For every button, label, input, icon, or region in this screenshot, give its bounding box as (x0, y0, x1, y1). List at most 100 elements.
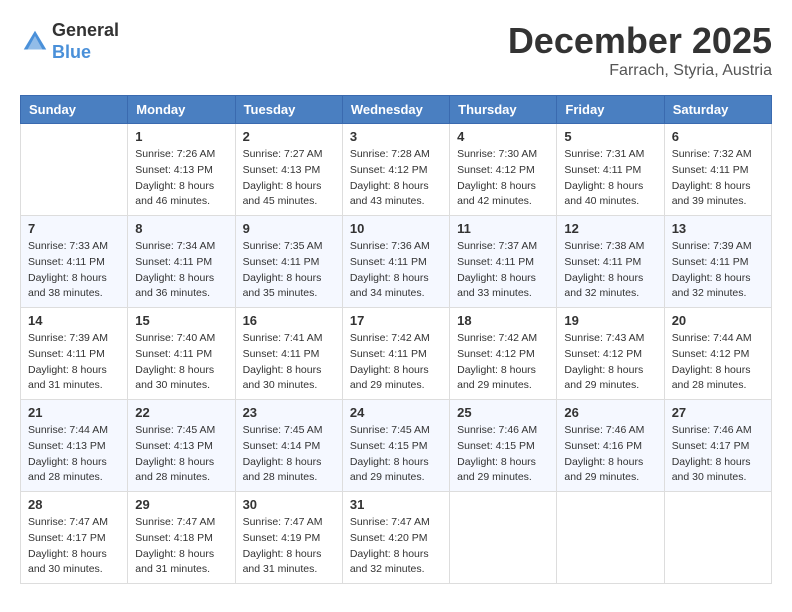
cell-content: Sunrise: 7:39 AM Sunset: 4:11 PM Dayligh… (672, 239, 764, 302)
day-number: 19 (564, 313, 656, 328)
cell-content: Sunrise: 7:32 AM Sunset: 4:11 PM Dayligh… (672, 147, 764, 210)
sunrise-text: Sunrise: 7:43 AM (564, 332, 644, 344)
sunset-text: Sunset: 4:11 PM (28, 256, 105, 268)
calendar-week-row: 21 Sunrise: 7:44 AM Sunset: 4:13 PM Dayl… (21, 400, 772, 492)
sunrise-text: Sunrise: 7:45 AM (243, 424, 323, 436)
logo-general: General (52, 20, 119, 42)
day-number: 2 (243, 129, 335, 144)
calendar-cell: 7 Sunrise: 7:33 AM Sunset: 4:11 PM Dayli… (21, 216, 128, 308)
calendar-cell: 12 Sunrise: 7:38 AM Sunset: 4:11 PM Dayl… (557, 216, 664, 308)
title-block: December 2025 Farrach, Styria, Austria (508, 20, 772, 80)
weekday-header: Tuesday (235, 96, 342, 124)
calendar-cell: 29 Sunrise: 7:47 AM Sunset: 4:18 PM Dayl… (128, 492, 235, 584)
daylight-text: Daylight: 8 hours and 28 minutes. (28, 456, 107, 484)
page-header: General Blue December 2025 Farrach, Styr… (20, 20, 772, 80)
sunset-text: Sunset: 4:11 PM (672, 256, 749, 268)
cell-content: Sunrise: 7:47 AM Sunset: 4:17 PM Dayligh… (28, 515, 120, 578)
sunset-text: Sunset: 4:12 PM (457, 164, 535, 176)
sunrise-text: Sunrise: 7:47 AM (135, 516, 215, 528)
sunrise-text: Sunrise: 7:44 AM (28, 424, 108, 436)
sunset-text: Sunset: 4:20 PM (350, 532, 428, 544)
cell-content: Sunrise: 7:44 AM Sunset: 4:13 PM Dayligh… (28, 423, 120, 486)
cell-content: Sunrise: 7:31 AM Sunset: 4:11 PM Dayligh… (564, 147, 656, 210)
sunrise-text: Sunrise: 7:42 AM (457, 332, 537, 344)
weekday-header: Wednesday (342, 96, 449, 124)
cell-content: Sunrise: 7:41 AM Sunset: 4:11 PM Dayligh… (243, 331, 335, 394)
weekday-header: Saturday (664, 96, 771, 124)
sunset-text: Sunset: 4:13 PM (135, 164, 213, 176)
sunset-text: Sunset: 4:13 PM (135, 440, 213, 452)
calendar-cell: 21 Sunrise: 7:44 AM Sunset: 4:13 PM Dayl… (21, 400, 128, 492)
sunrise-text: Sunrise: 7:46 AM (457, 424, 537, 436)
sunset-text: Sunset: 4:17 PM (672, 440, 750, 452)
sunset-text: Sunset: 4:11 PM (457, 256, 534, 268)
daylight-text: Daylight: 8 hours and 38 minutes. (28, 272, 107, 300)
sunrise-text: Sunrise: 7:47 AM (243, 516, 323, 528)
cell-content: Sunrise: 7:47 AM Sunset: 4:20 PM Dayligh… (350, 515, 442, 578)
daylight-text: Daylight: 8 hours and 29 minutes. (457, 456, 536, 484)
daylight-text: Daylight: 8 hours and 28 minutes. (672, 364, 751, 392)
cell-content: Sunrise: 7:38 AM Sunset: 4:11 PM Dayligh… (564, 239, 656, 302)
daylight-text: Daylight: 8 hours and 36 minutes. (135, 272, 214, 300)
day-number: 22 (135, 405, 227, 420)
calendar-cell: 2 Sunrise: 7:27 AM Sunset: 4:13 PM Dayli… (235, 124, 342, 216)
sunset-text: Sunset: 4:12 PM (350, 164, 428, 176)
sunset-text: Sunset: 4:11 PM (243, 256, 320, 268)
day-number: 18 (457, 313, 549, 328)
sunrise-text: Sunrise: 7:42 AM (350, 332, 430, 344)
logo: General Blue (20, 20, 119, 63)
day-number: 31 (350, 497, 442, 512)
cell-content: Sunrise: 7:36 AM Sunset: 4:11 PM Dayligh… (350, 239, 442, 302)
calendar-cell: 18 Sunrise: 7:42 AM Sunset: 4:12 PM Dayl… (450, 308, 557, 400)
day-number: 24 (350, 405, 442, 420)
day-number: 20 (672, 313, 764, 328)
sunrise-text: Sunrise: 7:28 AM (350, 148, 430, 160)
calendar-cell: 15 Sunrise: 7:40 AM Sunset: 4:11 PM Dayl… (128, 308, 235, 400)
daylight-text: Daylight: 8 hours and 35 minutes. (243, 272, 322, 300)
day-number: 4 (457, 129, 549, 144)
cell-content: Sunrise: 7:44 AM Sunset: 4:12 PM Dayligh… (672, 331, 764, 394)
cell-content: Sunrise: 7:42 AM Sunset: 4:11 PM Dayligh… (350, 331, 442, 394)
day-number: 11 (457, 221, 549, 236)
sunrise-text: Sunrise: 7:47 AM (28, 516, 108, 528)
cell-content: Sunrise: 7:45 AM Sunset: 4:14 PM Dayligh… (243, 423, 335, 486)
logo-text: General Blue (52, 20, 119, 63)
cell-content: Sunrise: 7:27 AM Sunset: 4:13 PM Dayligh… (243, 147, 335, 210)
day-number: 3 (350, 129, 442, 144)
sunrise-text: Sunrise: 7:30 AM (457, 148, 537, 160)
calendar-cell: 3 Sunrise: 7:28 AM Sunset: 4:12 PM Dayli… (342, 124, 449, 216)
sunrise-text: Sunrise: 7:41 AM (243, 332, 323, 344)
daylight-text: Daylight: 8 hours and 30 minutes. (672, 456, 751, 484)
logo-blue: Blue (52, 42, 119, 64)
calendar-cell: 26 Sunrise: 7:46 AM Sunset: 4:16 PM Dayl… (557, 400, 664, 492)
sunrise-text: Sunrise: 7:44 AM (672, 332, 752, 344)
cell-content: Sunrise: 7:34 AM Sunset: 4:11 PM Dayligh… (135, 239, 227, 302)
daylight-text: Daylight: 8 hours and 31 minutes. (28, 364, 107, 392)
calendar-cell (450, 492, 557, 584)
cell-content: Sunrise: 7:42 AM Sunset: 4:12 PM Dayligh… (457, 331, 549, 394)
day-number: 15 (135, 313, 227, 328)
cell-content: Sunrise: 7:47 AM Sunset: 4:18 PM Dayligh… (135, 515, 227, 578)
sunset-text: Sunset: 4:11 PM (672, 164, 749, 176)
weekday-header: Monday (128, 96, 235, 124)
sunset-text: Sunset: 4:11 PM (135, 256, 212, 268)
calendar-cell: 1 Sunrise: 7:26 AM Sunset: 4:13 PM Dayli… (128, 124, 235, 216)
day-number: 9 (243, 221, 335, 236)
sunrise-text: Sunrise: 7:35 AM (243, 240, 323, 252)
daylight-text: Daylight: 8 hours and 29 minutes. (564, 364, 643, 392)
sunset-text: Sunset: 4:11 PM (350, 348, 427, 360)
daylight-text: Daylight: 8 hours and 30 minutes. (28, 548, 107, 576)
sunset-text: Sunset: 4:13 PM (28, 440, 106, 452)
sunrise-text: Sunrise: 7:38 AM (564, 240, 644, 252)
day-number: 17 (350, 313, 442, 328)
sunrise-text: Sunrise: 7:45 AM (135, 424, 215, 436)
weekday-header: Thursday (450, 96, 557, 124)
sunset-text: Sunset: 4:11 PM (28, 348, 105, 360)
day-number: 29 (135, 497, 227, 512)
calendar-cell: 22 Sunrise: 7:45 AM Sunset: 4:13 PM Dayl… (128, 400, 235, 492)
cell-content: Sunrise: 7:26 AM Sunset: 4:13 PM Dayligh… (135, 147, 227, 210)
calendar-cell: 16 Sunrise: 7:41 AM Sunset: 4:11 PM Dayl… (235, 308, 342, 400)
daylight-text: Daylight: 8 hours and 31 minutes. (135, 548, 214, 576)
cell-content: Sunrise: 7:37 AM Sunset: 4:11 PM Dayligh… (457, 239, 549, 302)
sunset-text: Sunset: 4:19 PM (243, 532, 321, 544)
